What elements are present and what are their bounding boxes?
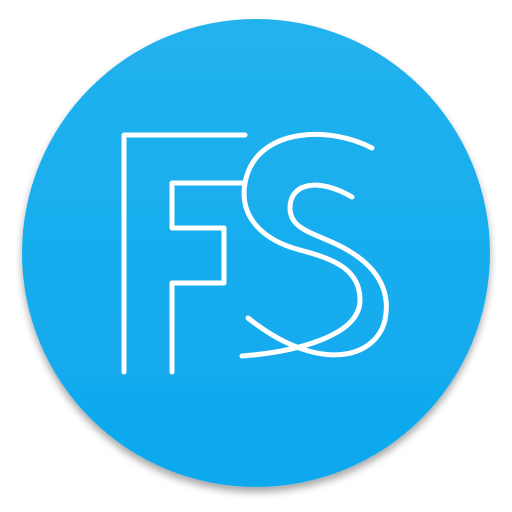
icon-background-circle bbox=[22, 19, 490, 487]
app-icon bbox=[0, 0, 512, 512]
fs-logo-icon bbox=[22, 19, 490, 487]
